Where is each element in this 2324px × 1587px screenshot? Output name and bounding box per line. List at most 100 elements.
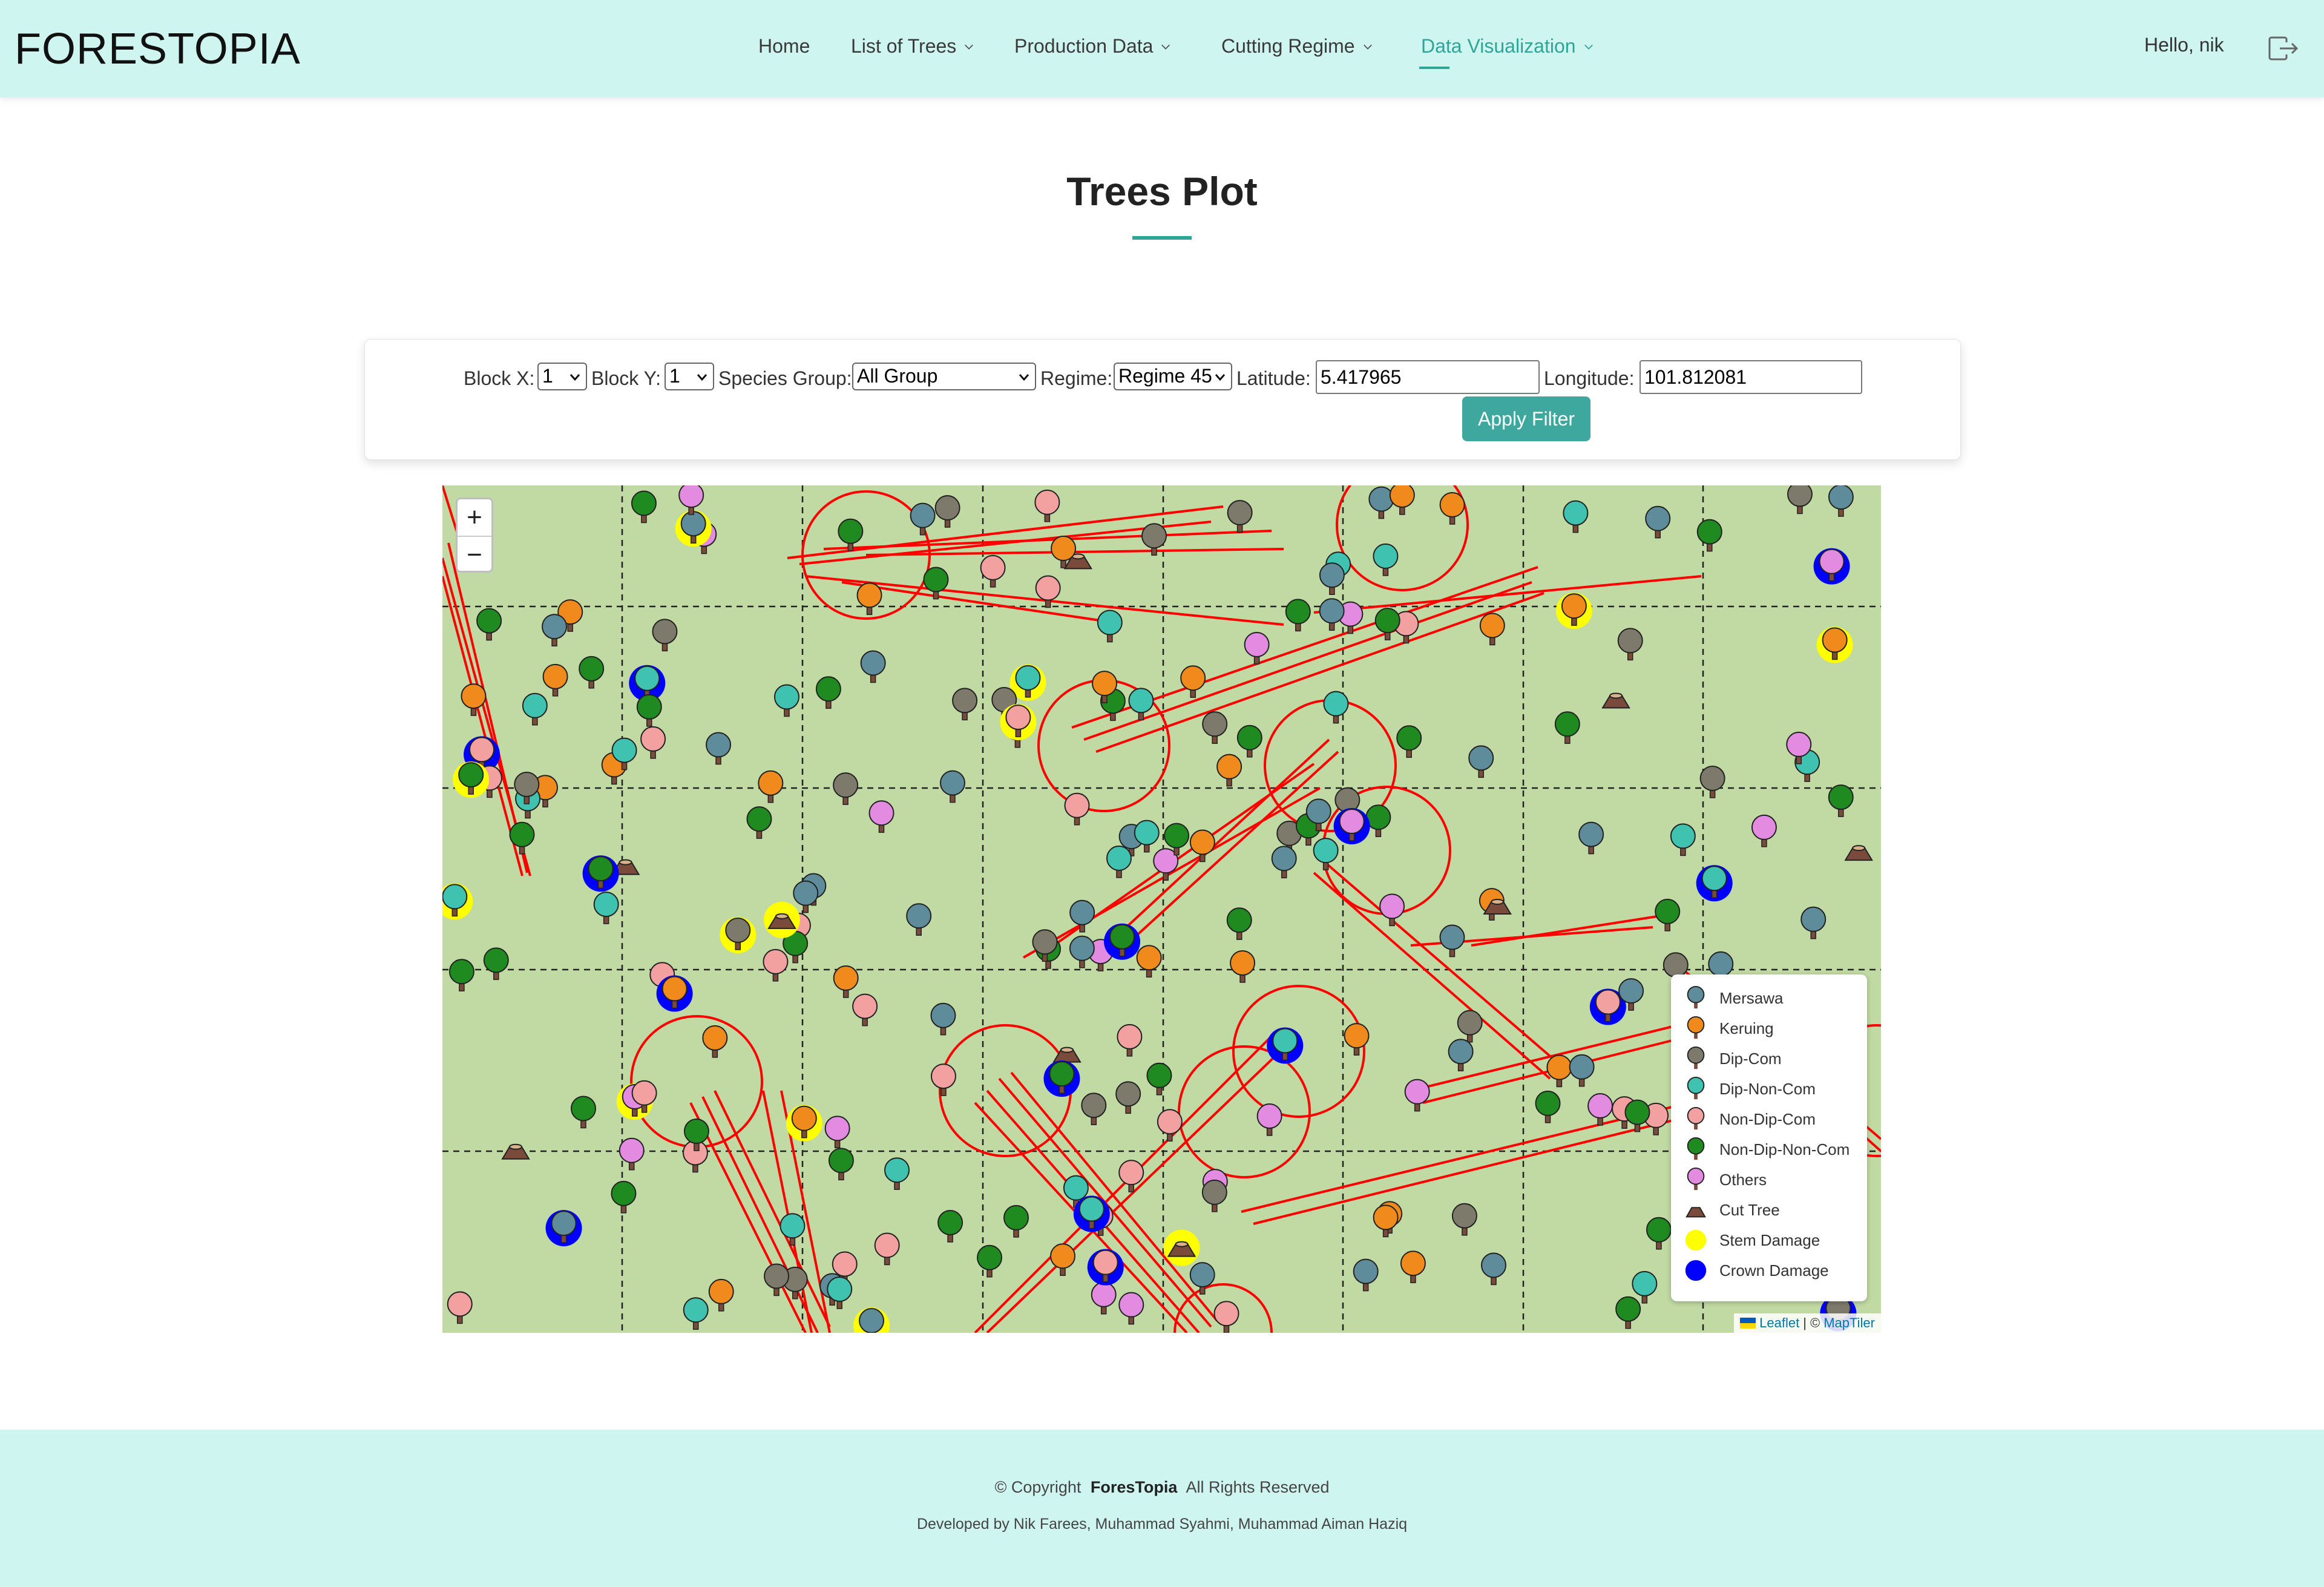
- apply-filter-button[interactable]: Apply Filter: [1462, 396, 1590, 441]
- logout-icon[interactable]: [2268, 35, 2299, 62]
- tree-marker[interactable]: [1157, 1109, 1183, 1142]
- tree-marker[interactable]: [1267, 1027, 1304, 1064]
- tree-marker[interactable]: [884, 1157, 910, 1190]
- tree-marker[interactable]: [1578, 821, 1604, 855]
- tree-marker[interactable]: [1050, 1243, 1076, 1276]
- tree-marker[interactable]: [1213, 1301, 1239, 1333]
- tree-marker[interactable]: [1451, 1203, 1477, 1236]
- tree-marker[interactable]: [853, 1307, 890, 1333]
- tree-marker[interactable]: [1601, 692, 1630, 709]
- tree-marker[interactable]: [763, 901, 800, 938]
- tree-marker[interactable]: [1115, 1081, 1141, 1114]
- tree-marker[interactable]: [1201, 1179, 1227, 1212]
- tree-marker[interactable]: [1632, 1270, 1658, 1304]
- tree-marker[interactable]: [838, 518, 864, 551]
- tree-marker[interactable]: [763, 948, 789, 982]
- tree-marker[interactable]: [1118, 1292, 1144, 1325]
- tree-marker[interactable]: [1800, 906, 1827, 939]
- tree-marker[interactable]: [619, 1137, 645, 1171]
- tree-marker[interactable]: [1163, 1229, 1200, 1266]
- tree-marker[interactable]: [828, 1148, 854, 1181]
- tree-marker[interactable]: [706, 732, 732, 765]
- tree-marker[interactable]: [1097, 610, 1123, 643]
- tree-marker[interactable]: [1189, 1262, 1215, 1295]
- tree-marker[interactable]: [448, 959, 474, 991]
- tree-marker[interactable]: [1646, 1217, 1672, 1250]
- tree-marker[interactable]: [1828, 485, 1854, 517]
- tree-marker[interactable]: [1128, 688, 1154, 721]
- tree-marker[interactable]: [1696, 519, 1722, 552]
- tree-marker[interactable]: [833, 772, 859, 805]
- brand-logo[interactable]: FORESTOPIA: [15, 24, 301, 74]
- tree-marker[interactable]: [1069, 899, 1095, 933]
- tree-marker[interactable]: [579, 656, 605, 689]
- tree-marker[interactable]: [1844, 845, 1873, 861]
- tree-marker[interactable]: [824, 1116, 850, 1149]
- tree-marker[interactable]: [980, 554, 1006, 588]
- tree-marker[interactable]: [545, 1210, 582, 1247]
- tree-marker[interactable]: [1615, 1296, 1641, 1329]
- tree-marker[interactable]: [1389, 485, 1415, 515]
- tree-marker[interactable]: [1645, 505, 1671, 539]
- tree-marker[interactable]: [1323, 691, 1349, 724]
- tree-marker[interactable]: [1333, 808, 1370, 845]
- tree-marker[interactable]: [1479, 613, 1505, 646]
- tree-marker[interactable]: [1457, 1010, 1483, 1043]
- tree-marker[interactable]: [977, 1244, 1002, 1278]
- tree-marker[interactable]: [1448, 1039, 1474, 1071]
- tree-marker[interactable]: [1043, 1060, 1080, 1097]
- tree-marker[interactable]: [1236, 724, 1262, 758]
- tree-marker[interactable]: [1554, 711, 1580, 744]
- tree-marker[interactable]: [1787, 485, 1813, 514]
- tree-marker[interactable]: [1373, 543, 1399, 576]
- tree-marker[interactable]: [1087, 1249, 1124, 1286]
- tree-marker[interactable]: [1468, 745, 1494, 778]
- tree-marker[interactable]: [1202, 711, 1228, 744]
- tree-marker[interactable]: [1117, 1024, 1143, 1057]
- tree-marker[interactable]: [1034, 489, 1060, 522]
- tree-marker[interactable]: [939, 770, 965, 803]
- tree-marker[interactable]: [1141, 523, 1167, 556]
- tree-marker[interactable]: [786, 1105, 822, 1142]
- tree-marker[interactable]: [1052, 1046, 1082, 1063]
- tree-marker[interactable]: [1813, 548, 1850, 585]
- tree-marker[interactable]: [868, 800, 894, 833]
- latitude-input[interactable]: 5.417965: [1316, 360, 1540, 394]
- tree-marker[interactable]: [1064, 792, 1090, 826]
- zoom-out-button[interactable]: −: [458, 537, 491, 573]
- tree-marker[interactable]: [1353, 1258, 1379, 1292]
- tree-marker[interactable]: [1106, 845, 1132, 878]
- tree-marker[interactable]: [447, 1291, 473, 1324]
- tree-marker[interactable]: [542, 663, 568, 697]
- tree-marker[interactable]: [1256, 1103, 1282, 1136]
- tree-marker[interactable]: [1569, 1054, 1595, 1087]
- tree-marker[interactable]: [793, 880, 819, 913]
- tree-marker[interactable]: [501, 1143, 530, 1160]
- tree-marker[interactable]: [1000, 704, 1037, 741]
- tree-marker[interactable]: [1400, 1250, 1426, 1283]
- tree-marker[interactable]: [1439, 924, 1465, 958]
- tree-marker[interactable]: [1404, 1079, 1430, 1112]
- tree-marker[interactable]: [1146, 1062, 1172, 1096]
- tree-marker[interactable]: [1118, 1160, 1144, 1192]
- tree-marker[interactable]: [1216, 754, 1242, 787]
- tree-marker[interactable]: [1670, 823, 1696, 856]
- tree-marker[interactable]: [1319, 562, 1345, 595]
- tree-marker[interactable]: [652, 619, 678, 652]
- tree-marker[interactable]: [1319, 598, 1345, 631]
- tree-marker[interactable]: [1617, 628, 1643, 661]
- tree-marker[interactable]: [1439, 492, 1465, 525]
- tree-marker[interactable]: [453, 761, 490, 798]
- tree-marker[interactable]: [910, 502, 936, 536]
- tree-marker[interactable]: [675, 510, 712, 547]
- tree-marker[interactable]: [570, 1096, 596, 1129]
- block-x-select[interactable]: 1: [537, 363, 587, 390]
- tree-marker[interactable]: [1396, 725, 1422, 758]
- tree-marker[interactable]: [780, 1213, 806, 1246]
- tree-marker[interactable]: [1003, 1204, 1029, 1238]
- tree-marker[interactable]: [1271, 846, 1297, 879]
- tree-marker[interactable]: [1069, 935, 1095, 968]
- tree-marker[interactable]: [542, 614, 568, 646]
- nav-list-of-trees[interactable]: List of Trees: [851, 35, 974, 58]
- tree-marker[interactable]: [1189, 829, 1215, 862]
